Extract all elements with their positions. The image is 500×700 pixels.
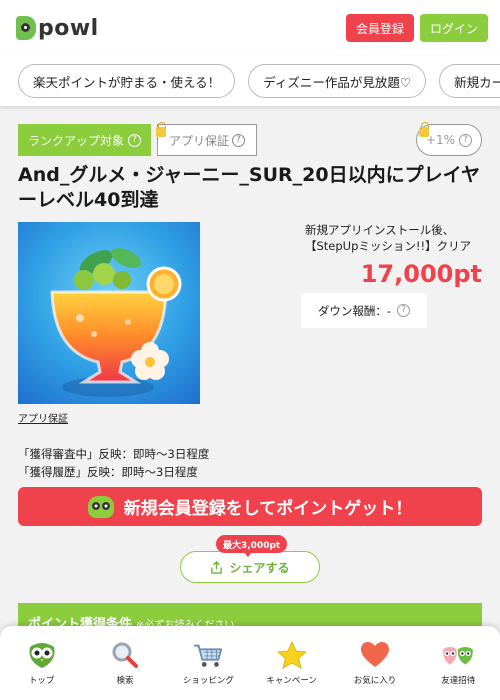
logo[interactable]: powl xyxy=(16,16,99,41)
owl-icon xyxy=(26,640,58,670)
help-icon[interactable]: ? xyxy=(232,133,245,147)
nav-label: お気に入り xyxy=(353,676,397,686)
star-icon xyxy=(276,640,308,670)
share-max-points-tag: 最大3,000pt xyxy=(216,535,288,557)
logo-text: powl xyxy=(38,15,99,41)
campaign-chip-bar[interactable]: 楽天ポイントが貯まる・使える！ ディズニー作品が見放題♡ 新規カード xyxy=(0,56,500,106)
owl-icon xyxy=(87,495,114,518)
help-icon[interactable]: ? xyxy=(459,133,473,147)
nav-label: 検索 xyxy=(116,676,134,686)
cocktail-glass-illustration xyxy=(50,248,182,397)
header: powl 会員登録 ログイン xyxy=(0,0,500,56)
nav-favorites[interactable]: お気に入り xyxy=(333,626,416,700)
lock-icon xyxy=(419,122,429,137)
nav-top[interactable]: トップ xyxy=(0,626,83,700)
nav-invite-friends[interactable]: 友達招待 xyxy=(417,626,500,700)
page-title: And_グルメ・ジャーニー_SUR_20日以内にプレイヤーレベル40到達 xyxy=(18,164,480,211)
heart-icon xyxy=(359,640,391,670)
nav-shopping[interactable]: ショッピング xyxy=(167,626,250,700)
review-reflection-text: 「獲得審査中」反映：即時〜3日程度 xyxy=(18,447,210,461)
reward-points: 17,000pt xyxy=(360,260,482,288)
down-reward-label: ダウン報酬：- xyxy=(317,303,392,318)
share-icon xyxy=(211,560,223,574)
help-icon[interactable]: ? xyxy=(128,133,142,147)
rank-up-badge[interactable]: ランクアップ対象 ? xyxy=(18,124,152,156)
signup-cta-button[interactable]: 新規会員登録をしてポイントゲット！ xyxy=(18,487,482,526)
down-reward-box[interactable]: ダウン報酬：- ? xyxy=(301,293,427,328)
nav-label: トップ xyxy=(28,676,55,686)
app-guarantee-label: アプリ保証 xyxy=(168,133,229,148)
owl-logo-icon xyxy=(16,16,36,40)
bottom-navigation: トップ 検索 ショッピング キャンペーン お気に入り 友達招待 xyxy=(0,626,500,700)
search-icon xyxy=(109,640,141,670)
lock-icon xyxy=(156,122,166,137)
login-button[interactable]: ログイン xyxy=(419,14,488,42)
chip-disney[interactable]: ディズニー作品が見放題♡ xyxy=(248,64,427,98)
install-condition: 新規アプリインストール後、 【StepUpミッション!!】クリア xyxy=(305,222,485,254)
badge-row: ランクアップ対象 ? アプリ保証 ? +1% ? xyxy=(18,122,482,156)
install-line-2: 【StepUpミッション!!】クリア xyxy=(305,239,472,253)
app-guarantee-badge[interactable]: アプリ保証 ? xyxy=(156,122,257,156)
rank-up-label: ランクアップ対象 xyxy=(28,133,125,148)
friends-icon xyxy=(442,640,474,670)
cta-label: 新規会員登録をしてポイントゲット！ xyxy=(123,499,413,519)
app-thumbnail xyxy=(18,222,200,404)
plus-rate-label: +1% xyxy=(425,133,456,147)
install-line-1: 新規アプリインストール後、 xyxy=(305,223,455,237)
help-icon[interactable]: ? xyxy=(397,304,411,317)
plus-rate-badge[interactable]: +1% ? xyxy=(416,122,482,156)
cart-icon xyxy=(192,640,224,670)
chip-new-card[interactable]: 新規カード xyxy=(439,64,500,98)
signup-button[interactable]: 会員登録 xyxy=(345,14,414,42)
nav-label: キャンペーン xyxy=(266,676,317,686)
reflection-notes: 「獲得審査中」反映：即時〜3日程度 「獲得履歴」反映：即時〜3日程度 xyxy=(18,445,209,481)
nav-label: 友達招待 xyxy=(441,676,476,686)
nav-campaign[interactable]: キャンペーン xyxy=(250,626,333,700)
share-label: シェアする xyxy=(229,560,290,575)
history-reflection-text: 「獲得履歴」反映：即時〜3日程度 xyxy=(18,465,198,479)
nav-label: ショッピング xyxy=(182,676,234,686)
nav-search[interactable]: 検索 xyxy=(83,626,166,700)
app-guarantee-link[interactable]: アプリ保証 xyxy=(18,410,68,425)
chip-rakuten-points[interactable]: 楽天ポイントが貯まる・使える！ xyxy=(18,64,236,98)
